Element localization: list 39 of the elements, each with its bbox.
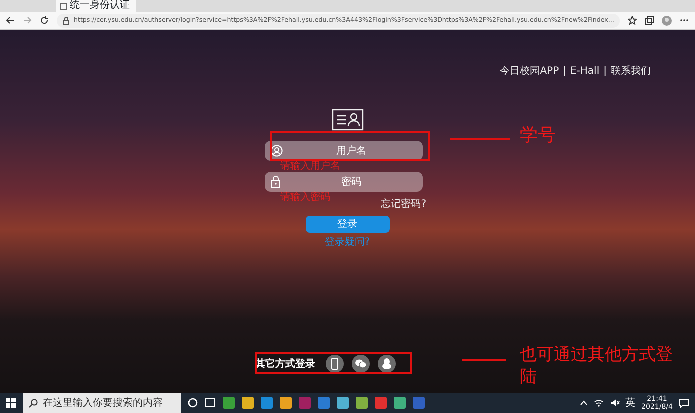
penguin-login-button[interactable]	[378, 355, 396, 373]
top-link[interactable]: E-Hall	[570, 64, 600, 79]
error-message: 请输入密码	[280, 192, 330, 205]
lock-icon	[63, 16, 70, 24]
lock-icon	[270, 176, 280, 188]
chat-bubbles-icon	[354, 359, 366, 369]
task-view-icon[interactable]	[205, 398, 216, 408]
network-icon[interactable]	[594, 399, 604, 407]
annotation-line	[450, 138, 510, 140]
profile-icon[interactable]	[662, 16, 672, 26]
notification-icon[interactable]	[679, 398, 689, 408]
windows-logo-icon[interactable]	[6, 398, 16, 408]
id-card-logo	[332, 109, 364, 131]
input-method-indicator[interactable]: 英	[626, 396, 636, 410]
taskbar-search-field[interactable]: 在这里输入你要搜索的内容	[23, 393, 181, 413]
reload-icon[interactable]	[40, 16, 49, 25]
link-separator: |	[563, 65, 566, 79]
annotation-line	[462, 359, 506, 361]
top-link[interactable]: 联系我们	[611, 64, 651, 79]
top-link[interactable]: 今日校园APP	[500, 64, 560, 79]
search-icon	[29, 398, 38, 408]
back-icon[interactable]	[6, 16, 15, 25]
chat-login-button[interactable]	[352, 355, 370, 373]
star-icon[interactable]	[628, 16, 637, 25]
error-message: 请输入用户名	[280, 161, 342, 172]
search-placeholder: 在这里输入你要搜索的内容	[43, 396, 163, 410]
speaker-icon[interactable]	[610, 399, 620, 407]
user-icon	[270, 145, 282, 157]
phone-icon	[330, 358, 338, 370]
cortana-icon[interactable]	[188, 398, 198, 408]
annotation-text: 也可通过其他方式登陆	[520, 344, 674, 388]
phone-login-button[interactable]	[326, 355, 344, 373]
annotation-text: 学号	[520, 125, 556, 147]
page-icon	[60, 2, 67, 10]
penguin-icon	[382, 358, 392, 370]
collections-icon[interactable]	[645, 16, 654, 25]
link-separator: |	[604, 65, 607, 79]
chevron-up-icon[interactable]	[580, 400, 588, 406]
forgot-password-link[interactable]: 忘记密码?	[381, 197, 426, 212]
